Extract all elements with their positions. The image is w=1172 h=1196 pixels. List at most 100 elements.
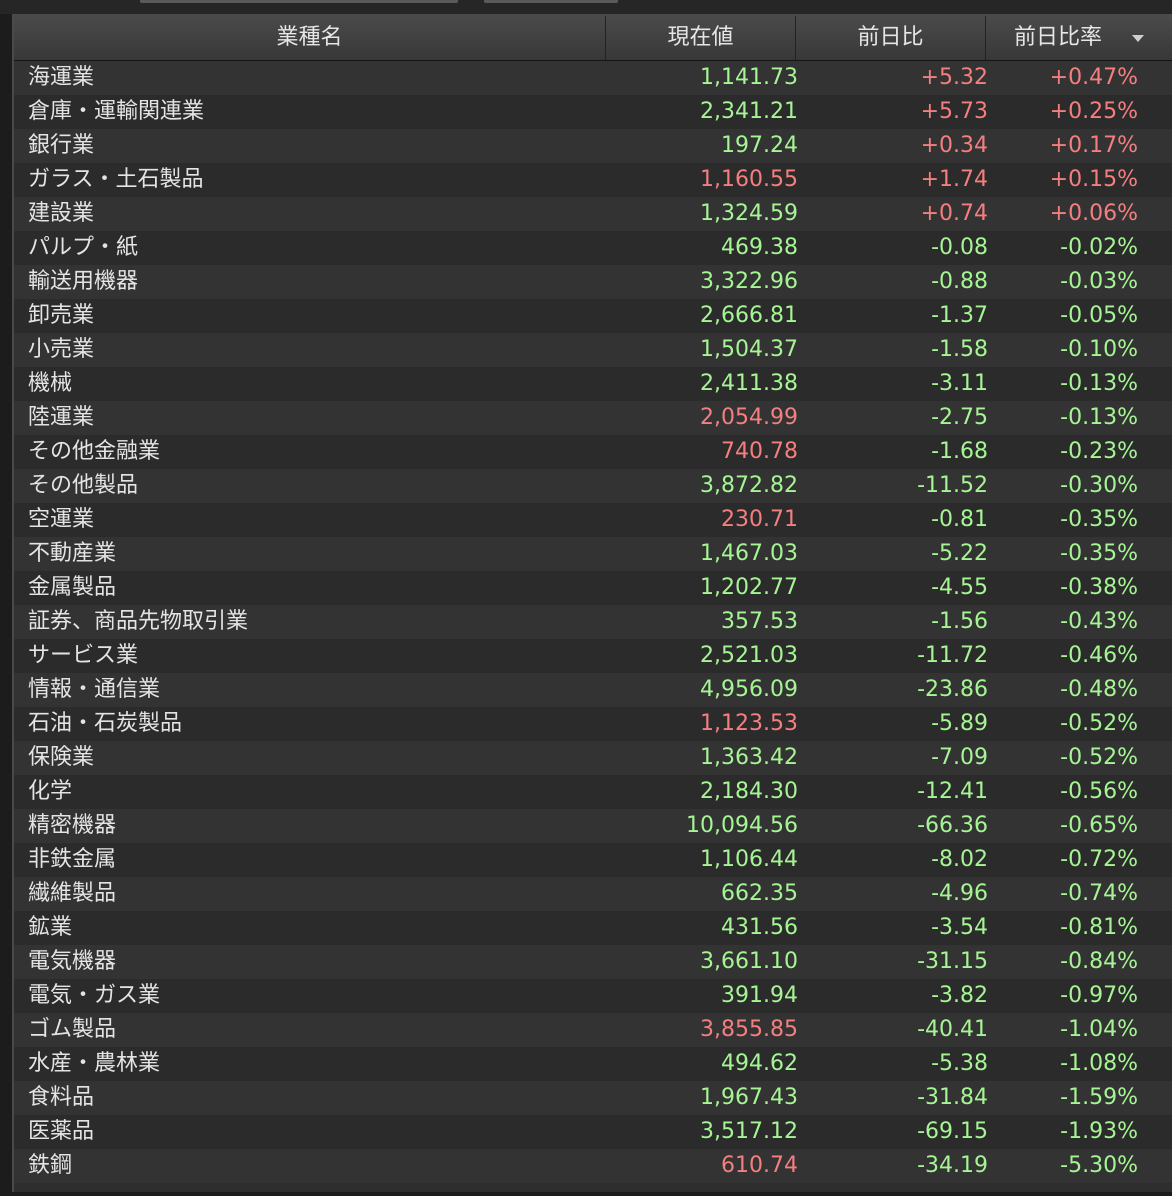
sector-name-cell: 医薬品 (28, 1119, 95, 1144)
sector-table: 業種名 現在値 前日比 前日比率 海運業 1,141.73 +5.32 +0.47% 倉… (12, 14, 1172, 1192)
table-row[interactable]: パルプ・紙 469.38 -0.08 -0.02% (14, 231, 1172, 265)
current-price-cell: 2,411.38 (700, 371, 798, 396)
table-row[interactable]: 情報・通信業 4,956.09 -23.86 -0.48% (14, 673, 1172, 707)
change-rate-cell: -1.04% (1060, 1017, 1138, 1042)
current-price-cell: 357.53 (721, 609, 798, 634)
table-row[interactable]: その他金融業 740.78 -1.68 -0.23% (14, 435, 1172, 469)
change-rate-cell: +0.15% (1049, 167, 1138, 192)
column-header-change[interactable]: 前日比 (796, 16, 986, 60)
sector-name-cell: 水産・農林業 (28, 1051, 161, 1076)
toolbar-tab-edge[interactable] (484, 0, 618, 3)
table-row[interactable]: 水産・農林業 494.62 -5.38 -1.08% (14, 1047, 1172, 1081)
sector-name-cell: 食料品 (28, 1085, 95, 1110)
change-cell: +1.74 (920, 167, 988, 192)
change-rate-cell: +0.06% (1049, 201, 1138, 226)
change-rate-cell: -1.59% (1060, 1085, 1138, 1110)
table-row[interactable]: 電気機器 3,661.10 -31.15 -0.84% (14, 945, 1172, 979)
table-row[interactable]: 非鉄金属 1,106.44 -8.02 -0.72% (14, 843, 1172, 877)
current-price-cell: 1,141.73 (700, 65, 798, 90)
table-row[interactable]: 証券、商品先物取引業 357.53 -1.56 -0.43% (14, 605, 1172, 639)
table-row[interactable]: 不動産業 1,467.03 -5.22 -0.35% (14, 537, 1172, 571)
change-rate-cell: -0.35% (1060, 541, 1138, 566)
change-rate-cell: -0.84% (1060, 949, 1138, 974)
sector-name-cell: 電気・ガス業 (28, 983, 161, 1008)
table-row[interactable]: 医薬品 3,517.12 -69.15 -1.93% (14, 1115, 1172, 1149)
sector-name-cell: 建設業 (28, 201, 95, 226)
table-row[interactable]: 陸運業 2,054.99 -2.75 -0.13% (14, 401, 1172, 435)
change-rate-cell: -0.35% (1060, 507, 1138, 532)
current-price-cell: 1,106.44 (700, 847, 798, 872)
current-price-cell: 2,521.03 (700, 643, 798, 668)
change-rate-cell: -0.72% (1060, 847, 1138, 872)
table-row[interactable]: 鉱業 431.56 -3.54 -0.81% (14, 911, 1172, 945)
current-price-cell: 197.24 (721, 133, 798, 158)
change-cell: -7.09 (931, 745, 988, 770)
current-price-cell: 1,363.42 (700, 745, 798, 770)
change-cell: -8.02 (931, 847, 988, 872)
current-price-cell: 610.74 (721, 1153, 798, 1178)
sector-name-cell: サービス業 (28, 643, 139, 668)
change-cell: +5.32 (920, 65, 988, 90)
top-toolbar-strip (0, 0, 1172, 14)
toolbar-tab-edge[interactable] (140, 0, 458, 3)
table-row[interactable]: 電気・ガス業 391.94 -3.82 -0.97% (14, 979, 1172, 1013)
change-cell: -1.58 (931, 337, 988, 362)
sector-name-cell: 卸売業 (28, 303, 95, 328)
table-row[interactable]: ガラス・土石製品 1,160.55 +1.74 +0.15% (14, 163, 1172, 197)
sector-name-cell: 非鉄金属 (28, 847, 117, 872)
table-row[interactable]: 機械 2,411.38 -3.11 -0.13% (14, 367, 1172, 401)
column-header-current-price[interactable]: 現在値 (606, 16, 796, 60)
sector-name-cell: 電気機器 (28, 949, 117, 974)
change-cell: -1.37 (931, 303, 988, 328)
current-price-cell: 230.71 (721, 507, 798, 532)
current-price-cell: 3,322.96 (700, 269, 798, 294)
table-row[interactable]: 繊維製品 662.35 -4.96 -0.74% (14, 877, 1172, 911)
table-row[interactable]: 食料品 1,967.43 -31.84 -1.59% (14, 1081, 1172, 1115)
sector-name-cell: 小売業 (28, 337, 95, 362)
table-row[interactable]: 輸送用機器 3,322.96 -0.88 -0.03% (14, 265, 1172, 299)
current-price-cell: 3,517.12 (700, 1119, 798, 1144)
table-row[interactable]: 空運業 230.71 -0.81 -0.35% (14, 503, 1172, 537)
change-cell: -11.72 (917, 643, 988, 668)
table-row[interactable]: 小売業 1,504.37 -1.58 -0.10% (14, 333, 1172, 367)
current-price-cell: 2,184.30 (700, 779, 798, 804)
current-price-cell: 10,094.56 (686, 813, 798, 838)
sort-descending-icon (1132, 35, 1144, 42)
current-price-cell: 4,956.09 (700, 677, 798, 702)
table-row[interactable]: ゴム製品 3,855.85 -40.41 -1.04% (14, 1013, 1172, 1047)
change-rate-cell: -0.03% (1060, 269, 1138, 294)
change-cell: -31.15 (917, 949, 988, 974)
change-cell: -1.68 (931, 439, 988, 464)
change-rate-cell: -0.23% (1060, 439, 1138, 464)
table-row[interactable]: 精密機器 10,094.56 -66.36 -0.65% (14, 809, 1172, 843)
table-row[interactable]: サービス業 2,521.03 -11.72 -0.46% (14, 639, 1172, 673)
table-row[interactable]: 保険業 1,363.42 -7.09 -0.52% (14, 741, 1172, 775)
change-rate-cell: -0.10% (1060, 337, 1138, 362)
sector-name-cell: 銀行業 (28, 133, 95, 158)
change-rate-cell: -5.30% (1060, 1153, 1138, 1178)
table-row[interactable]: 石油・石炭製品 1,123.53 -5.89 -0.52% (14, 707, 1172, 741)
current-price-cell: 662.35 (721, 881, 798, 906)
table-row[interactable]: 化学 2,184.30 -12.41 -0.56% (14, 775, 1172, 809)
table-row[interactable]: 卸売業 2,666.81 -1.37 -0.05% (14, 299, 1172, 333)
change-cell: -5.38 (931, 1051, 988, 1076)
table-row[interactable]: その他製品 3,872.82 -11.52 -0.30% (14, 469, 1172, 503)
current-price-cell: 1,467.03 (700, 541, 798, 566)
sector-name-cell: ゴム製品 (28, 1017, 117, 1042)
table-row[interactable]: 建設業 1,324.59 +0.74 +0.06% (14, 197, 1172, 231)
table-row[interactable]: 金属製品 1,202.77 -4.55 -0.38% (14, 571, 1172, 605)
table-row[interactable]: 鉄鋼 610.74 -34.19 -5.30% (14, 1149, 1172, 1183)
sector-name-cell: 輸送用機器 (28, 269, 139, 294)
table-row[interactable]: 銀行業 197.24 +0.34 +0.17% (14, 129, 1172, 163)
change-rate-cell: +0.47% (1049, 65, 1138, 90)
sector-name-cell: パルプ・紙 (28, 235, 139, 260)
sector-name-cell: その他製品 (28, 473, 139, 498)
current-price-cell: 1,202.77 (700, 575, 798, 600)
column-header-change-rate[interactable]: 前日比率 (986, 16, 1172, 60)
change-rate-cell: -0.65% (1060, 813, 1138, 838)
column-header-sector-name[interactable]: 業種名 (14, 16, 606, 60)
table-row[interactable]: 倉庫・運輸関連業 2,341.21 +5.73 +0.25% (14, 95, 1172, 129)
current-price-cell: 1,504.37 (700, 337, 798, 362)
table-row[interactable]: 海運業 1,141.73 +5.32 +0.47% (14, 61, 1172, 95)
change-rate-cell: -0.43% (1060, 609, 1138, 634)
